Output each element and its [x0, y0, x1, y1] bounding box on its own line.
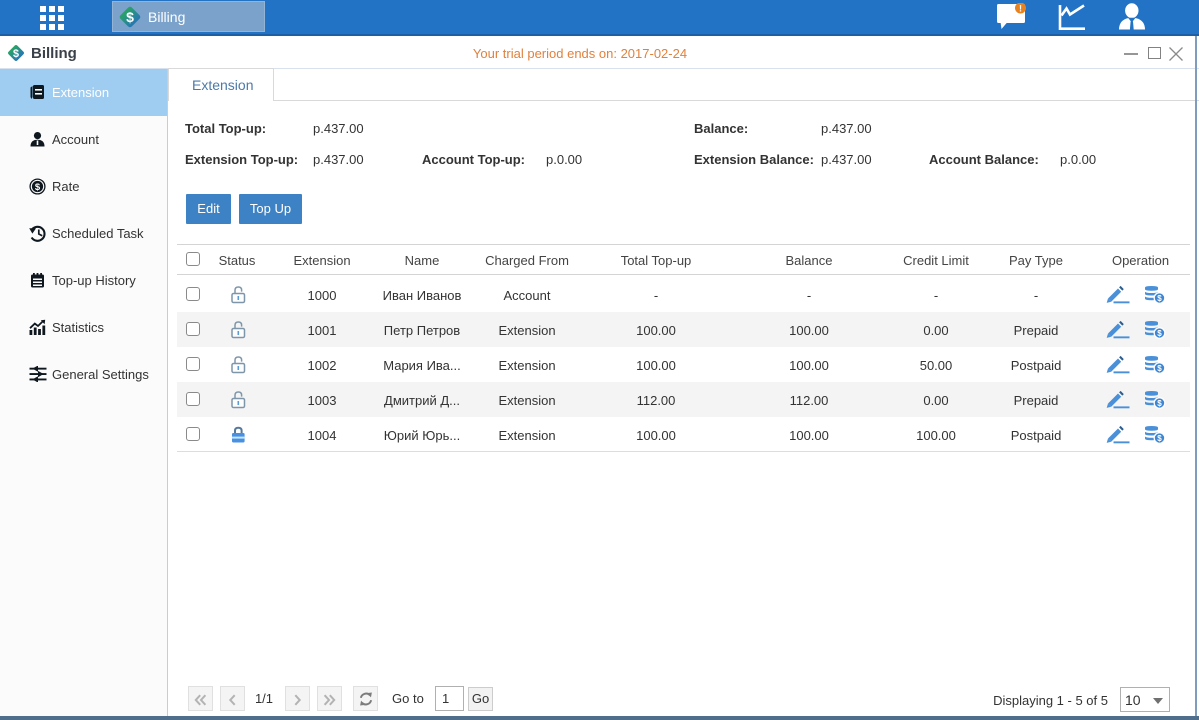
svg-text:$: $ [35, 182, 41, 193]
svg-text:!: ! [1019, 3, 1022, 13]
svg-text:$: $ [126, 9, 134, 25]
